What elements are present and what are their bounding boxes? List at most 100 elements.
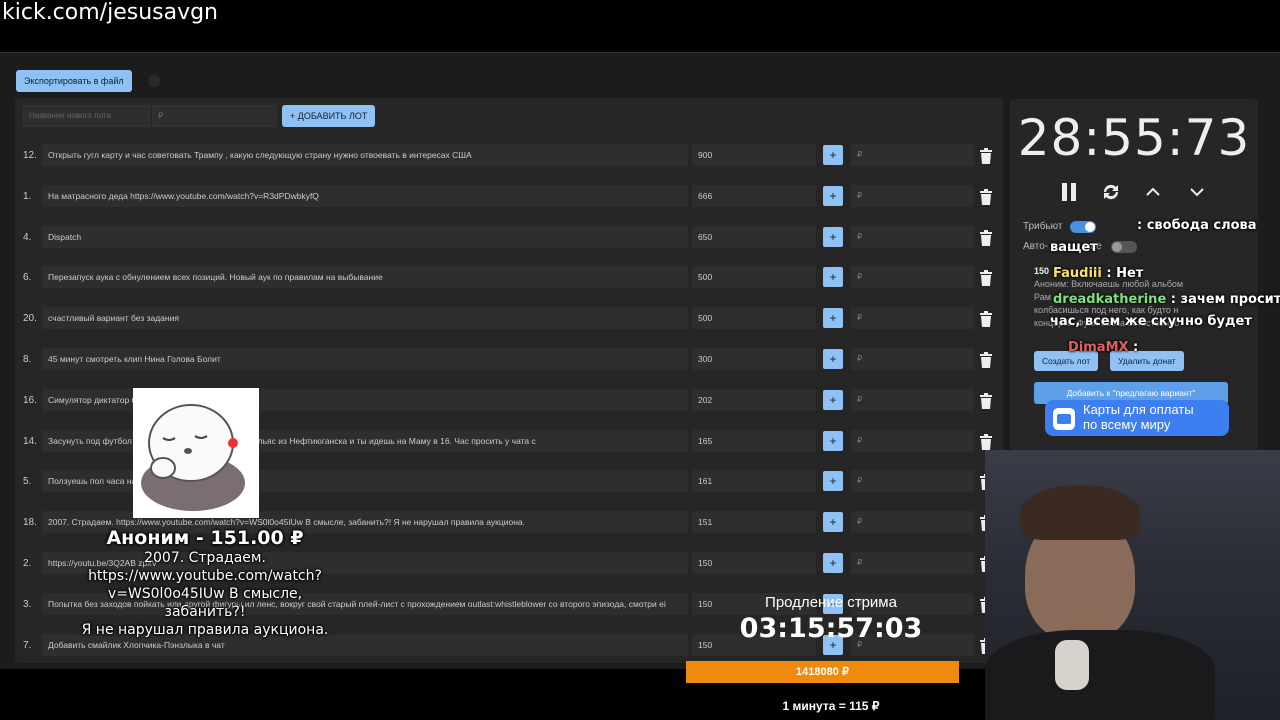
lot-amount-input[interactable]: 151 xyxy=(692,511,816,534)
trash-icon[interactable] xyxy=(979,433,993,450)
lot-number: 4. xyxy=(23,231,32,243)
trash-icon[interactable] xyxy=(979,311,993,328)
chat-message: час, всем же скучно будет xyxy=(1050,314,1252,329)
lot-amount-input[interactable]: 666 xyxy=(692,184,816,207)
lot-name-input[interactable]: Перезапуск аука с обнулением всех позици… xyxy=(42,266,688,289)
lot-number: 3. xyxy=(23,598,32,610)
chat-message: : свобода слова xyxy=(1137,218,1257,233)
lot-addition-input[interactable]: ₽ xyxy=(851,307,974,330)
tribute-toggle[interactable] xyxy=(1070,221,1096,233)
add-amount-button[interactable]: + xyxy=(823,267,843,288)
lot-addition-input[interactable]: ₽ xyxy=(851,184,974,207)
tribute-toggle-label: Трибьют xyxy=(1023,221,1063,232)
payment-banner[interactable]: Карты для оплаты по всему миру xyxy=(1045,400,1229,436)
lot-addition-input[interactable]: ₽ xyxy=(851,266,974,289)
payment-banner-line-2: по всему миру xyxy=(1083,417,1171,432)
lot-addition-input[interactable]: ₽ xyxy=(851,388,974,411)
add-amount-button[interactable]: + xyxy=(823,226,843,247)
add-amount-button[interactable]: + xyxy=(823,471,843,492)
trash-icon[interactable] xyxy=(979,392,993,409)
donation-alert-line-3: v=WS0l0o45IUw В смысле, забанить?! xyxy=(107,586,303,620)
add-amount-button[interactable]: + xyxy=(823,512,843,533)
lot-number: 18. xyxy=(23,517,37,529)
lot-amount-input[interactable]: 150 xyxy=(692,552,816,574)
card-icon xyxy=(1053,408,1075,430)
donation-alert-line-4: Я не нарушал правила аукциона. xyxy=(81,622,329,638)
lot-addition-input[interactable]: ₽ xyxy=(851,225,974,248)
trash-icon[interactable] xyxy=(979,270,993,287)
reset-icon[interactable] xyxy=(1100,181,1122,203)
trash-icon[interactable] xyxy=(979,188,993,205)
chat-username: DimaMX xyxy=(1068,340,1129,355)
donation-progress: 1418080 ₽ xyxy=(686,661,959,683)
lot-amount-input[interactable]: 650 xyxy=(692,225,816,248)
lot-row: 1. На матрасного деда https://www.youtube… xyxy=(15,181,1003,215)
chat-text: час, всем же скучно будет xyxy=(1050,314,1252,329)
donation-alert-line-2: https://www.youtube.com/watch? xyxy=(88,568,322,584)
auto-toggle[interactable] xyxy=(1111,241,1137,253)
progress-label: 1418080 ₽ xyxy=(796,666,849,678)
lot-addition-input[interactable]: ₽ xyxy=(851,348,974,370)
lot-addition-input[interactable]: ₽ xyxy=(851,144,974,166)
lot-amount-input[interactable]: 165 xyxy=(692,429,816,452)
add-amount-button[interactable]: + xyxy=(823,145,843,165)
stream-rate: 1 минута = 115 ₽ xyxy=(782,699,880,713)
new-lot-price-input[interactable]: ₽ xyxy=(152,105,277,127)
lot-amount-input[interactable]: 500 xyxy=(692,307,816,330)
donation-alert-title: Аноним - 151.00 ₽ xyxy=(106,527,304,549)
lot-number: 20. xyxy=(23,313,37,325)
chat-message: ващет xyxy=(1050,240,1098,255)
timer-controls xyxy=(1058,181,1218,207)
lot-addition-input[interactable]: ₽ xyxy=(851,552,974,574)
lot-amount-input[interactable]: 500 xyxy=(692,266,816,289)
microphone-icon xyxy=(1055,640,1089,690)
add-amount-button[interactable]: + xyxy=(823,349,843,369)
lot-addition-input[interactable]: ₽ xyxy=(851,429,974,452)
add-amount-button[interactable]: + xyxy=(823,430,843,451)
pause-icon[interactable] xyxy=(1060,181,1078,203)
browser-url: kick.com/jesusavgn xyxy=(2,0,219,25)
lot-addition-input[interactable]: ₽ xyxy=(851,470,974,493)
lot-name-input[interactable]: счастливый вариант без задания xyxy=(42,307,688,330)
add-lot-button[interactable]: + ДОБАВИТЬ ЛОТ xyxy=(282,105,376,127)
stream-extension: Продление стрима 03:15:57:03 xyxy=(686,594,976,644)
export-button[interactable]: Экспортировать в файл xyxy=(16,70,132,92)
lot-name-input[interactable]: Dispatch xyxy=(42,225,688,248)
lot-name-input[interactable]: На матрасного деда https://www.youtube.c… xyxy=(42,184,688,207)
donation-alert: Аноним - 151.00 ₽ 2007. Страдаем. https:… xyxy=(70,527,340,639)
chat-message: Faudiii : Нет xyxy=(1053,266,1143,281)
sticker-image xyxy=(133,388,259,518)
add-amount-button[interactable]: + xyxy=(823,185,843,206)
lot-number: 12. xyxy=(23,150,37,161)
lot-name-input[interactable]: Открыть гугл карту и час советовать Трам… xyxy=(42,144,688,166)
lot-row: 4. Dispatch 650 + ₽ xyxy=(15,222,1003,256)
lot-number: 6. xyxy=(23,272,32,284)
donation-alert-line-1: 2007. Страдаем. xyxy=(144,550,266,566)
trash-icon[interactable] xyxy=(979,148,993,164)
chat-username: dreadkatherine xyxy=(1053,292,1167,307)
new-lot-name-input[interactable]: Название нового лота xyxy=(23,105,150,127)
trash-icon[interactable] xyxy=(979,352,993,368)
lot-amount-input[interactable]: 900 xyxy=(692,144,816,166)
chevron-down-icon[interactable] xyxy=(1189,181,1205,203)
add-amount-button[interactable]: + xyxy=(823,308,843,329)
lot-amount-input[interactable]: 202 xyxy=(692,388,816,411)
add-amount-button[interactable]: + xyxy=(823,389,843,410)
trash-icon[interactable] xyxy=(979,229,993,246)
chat-text: : Нет xyxy=(1101,266,1144,281)
lot-addition-input[interactable]: ₽ xyxy=(851,511,974,534)
lot-name-input[interactable]: 45 минут смотреть клип Нина Голова Болит xyxy=(42,348,688,370)
lot-number: 2. xyxy=(23,558,32,569)
lot-number: 8. xyxy=(23,354,32,365)
chevron-up-icon[interactable] xyxy=(1145,181,1161,203)
auto-toggle-label: Авто- xyxy=(1023,241,1049,252)
chat-text: : свобода слова xyxy=(1137,218,1257,233)
add-amount-button[interactable]: + xyxy=(823,553,843,573)
lot-row: 8. 45 минут смотреть клип Нина Голова Бол… xyxy=(15,344,1003,378)
lot-amount-input[interactable]: 161 xyxy=(692,470,816,493)
cat-sticker-icon xyxy=(141,404,245,511)
stream-extension-label: Продление стрима xyxy=(765,594,897,611)
lot-row: 20. счастливый вариант без задания 500 + ₽ xyxy=(15,303,1003,337)
lot-amount-input[interactable]: 300 xyxy=(692,348,816,370)
status-dot xyxy=(148,75,160,87)
